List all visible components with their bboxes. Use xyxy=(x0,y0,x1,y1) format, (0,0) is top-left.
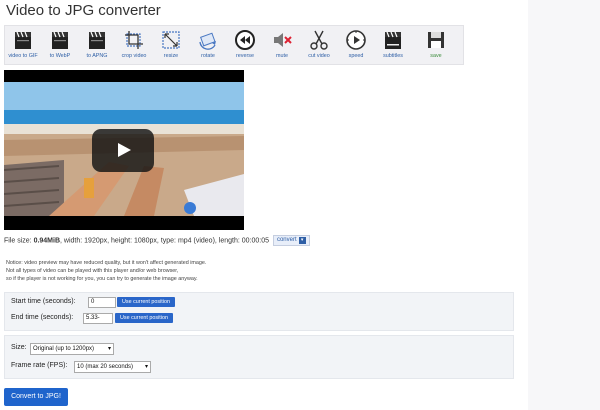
tool-label: to APNG xyxy=(86,53,108,59)
tool-reverse[interactable]: reverse xyxy=(227,27,263,63)
end-time-label: End time (seconds): xyxy=(11,314,74,321)
tool-label: reverse xyxy=(236,53,254,59)
convert-format-button[interactable]: convert ▾ xyxy=(272,235,310,246)
clapperboard-webp-icon xyxy=(52,31,68,49)
tool-label: cut video xyxy=(308,53,330,59)
tool-mute[interactable]: mute xyxy=(264,27,300,63)
clapperboard-apng-icon xyxy=(89,31,105,49)
tool-label: speed xyxy=(348,53,364,59)
start-time-label: Start time (seconds): xyxy=(11,298,76,305)
file-info: File size: 0.94MiB, width: 1920px, heigh… xyxy=(4,235,310,246)
time-range-panel: Start time (seconds): 0 Use current posi… xyxy=(4,292,514,331)
file-size-value: 0.94MiB xyxy=(33,237,61,245)
tool-to-webp[interactable]: to WebP xyxy=(42,27,78,63)
mute-icon xyxy=(274,33,292,47)
right-side-panel xyxy=(528,0,600,410)
subtitles-icon xyxy=(385,31,401,49)
resize-icon xyxy=(162,31,180,49)
convert-format-label: convert xyxy=(276,237,297,243)
tool-speed[interactable]: speed xyxy=(338,27,374,63)
tool-label: to WebP xyxy=(49,53,71,59)
reverse-icon xyxy=(235,30,255,50)
file-info-details: , width: 1920px, height: 1080px, type: m… xyxy=(60,237,270,245)
output-options-panel: Size: Original (up to 1200px) ▾ Frame rat… xyxy=(4,335,514,379)
tool-subtitles[interactable]: subtitles xyxy=(375,27,411,63)
frame-rate-label: Frame rate (FPS): xyxy=(11,362,68,369)
rotate-icon xyxy=(199,32,216,50)
video-player[interactable] xyxy=(4,70,244,230)
tool-cut-video[interactable]: cut video xyxy=(301,27,337,63)
tool-label: resize xyxy=(163,53,179,59)
convert-to-jpg-button[interactable]: Convert to JPG! xyxy=(4,388,68,406)
file-info-prefix: File size: xyxy=(4,237,34,245)
size-selected-value: Original (up to 1200px) xyxy=(33,346,95,352)
clapperboard-gif-icon xyxy=(15,31,31,49)
tool-label: crop video xyxy=(121,53,147,59)
frame-rate-selected-value: 10 (max 20 seconds) xyxy=(77,364,134,370)
crop-icon xyxy=(125,31,143,49)
start-use-current-position-button[interactable]: Use current position xyxy=(117,297,175,307)
start-time-input[interactable]: 0 xyxy=(88,297,116,308)
tool-label: save xyxy=(430,53,442,59)
chevron-down-icon: ▾ xyxy=(144,364,148,370)
save-icon xyxy=(428,32,444,48)
notice-line: Not all types of video can be played wit… xyxy=(6,268,179,274)
size-select[interactable]: Original (up to 1200px) ▾ xyxy=(30,343,114,355)
dropdown-arrow-icon: ▾ xyxy=(298,237,306,244)
notice-line: Notice: video preview may have reduced q… xyxy=(6,260,207,266)
chevron-down-icon: ▾ xyxy=(107,346,111,352)
tool-label: mute xyxy=(276,53,288,59)
page-title: Video to JPG converter xyxy=(6,2,161,19)
tool-toolbar: video to GIF to WebP to APNG crop video xyxy=(4,25,464,65)
tool-label: video to GIF xyxy=(8,53,38,59)
scissors-icon xyxy=(310,30,328,50)
tool-save[interactable]: save xyxy=(418,27,454,63)
speed-icon xyxy=(346,30,366,50)
tool-video-to-gif[interactable]: video to GIF xyxy=(5,27,41,63)
tool-resize[interactable]: resize xyxy=(153,27,189,63)
size-label: Size: xyxy=(11,344,27,351)
tool-to-apng[interactable]: to APNG xyxy=(79,27,115,63)
tool-crop-video[interactable]: crop video xyxy=(116,27,152,63)
end-use-current-position-button[interactable]: Use current position xyxy=(115,313,173,323)
tool-label: rotate xyxy=(201,53,215,59)
play-button[interactable] xyxy=(92,129,154,172)
tool-rotate[interactable]: rotate xyxy=(190,27,226,63)
notice-text: Notice: video preview may have reduced q… xyxy=(6,259,206,283)
notice-line: so if the player is not working for you,… xyxy=(6,276,198,282)
tool-label: subtitles xyxy=(383,53,403,59)
frame-rate-select[interactable]: 10 (max 20 seconds) ▾ xyxy=(74,361,151,373)
end-time-input[interactable]: 5.33- xyxy=(83,313,113,324)
